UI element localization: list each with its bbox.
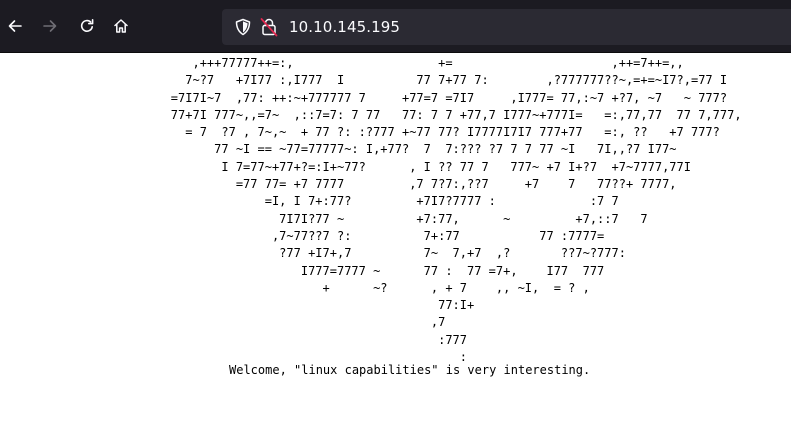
ascii-art-line: 77 ~I == ~77=77777~: I,+77? 7 7:??? ?7 7… [113,142,677,157]
ascii-art-line: 77+7I 777~,,=7~ ,::7=7: 7 77 77: 7 7 +77… [113,107,742,122]
ascii-art-line: ?77 +I7+,7 7~ 7,+7 ,? ??7~?777: [113,246,626,261]
forward-button[interactable] [35,11,65,41]
arrow-left-icon [7,18,23,34]
reload-button[interactable] [72,11,102,41]
insecure-lock-icon[interactable] [260,17,278,41]
ascii-art-line: 7~?7 +7I77 :,I777 I 77 7+77 7: ,?777777?… [113,73,728,88]
welcome-message: Welcome, "linux capabilities" is very in… [229,363,591,377]
ascii-art-line: 77:I+ [113,298,475,313]
ascii-art-line: ,+++77777++=:, += ,++=7++=,, [113,56,684,70]
ascii-art-line: =77 77= +7 7777 ,7 7?7:,??7 +7 7 77??+ 7… [113,177,677,192]
arrow-right-icon [42,18,58,34]
ascii-art-line: = 7 ?7 , 7~,~ + 77 ?: :?777 +~77 77? I77… [113,125,720,140]
home-icon [113,18,129,34]
ascii-art-line: + ~? , + 7 ,, ~I, = ? , [113,280,590,295]
reload-icon [79,18,95,34]
home-button[interactable] [106,11,136,41]
browser-toolbar: 10.10.145.195 [0,0,791,53]
ascii-art-line: I 7=77~+77+?=:I+~77? , I ?? 77 7 777~ +7… [113,159,691,174]
ascii-art-line: I777=7777 ~ 77 : 77 =7+, I77 777 [113,263,605,278]
ascii-art-line: =I, I 7+:77? +7I7?7777 : :7 7 [113,194,619,209]
back-button[interactable] [0,11,30,41]
page-content: ,+++77777++=:, += ,++=7++=,, 7~?7 +7I77 … [0,53,791,426]
ascii-art-line: ,7 [113,315,446,330]
shield-icon[interactable] [234,18,252,40]
ascii-art-line: =7I7I~7 ,77: ++:~+777777 7 +77=7 =7I7 ,I… [113,90,728,105]
url-text[interactable]: 10.10.145.195 [289,18,400,36]
ascii-art-line: 7I7I?77 ~ +7:77, ~ +7,::7 7 [113,211,648,226]
ascii-art-line: :777 [113,332,468,347]
ascii-art: ,+++77777++=:, += ,++=7++=,, 7~?7 +7I77 … [113,55,742,366]
address-bar[interactable]: 10.10.145.195 [222,9,791,45]
ascii-art-line: ,7~77??7 ?: 7+:77 77 :7777= [113,228,605,243]
